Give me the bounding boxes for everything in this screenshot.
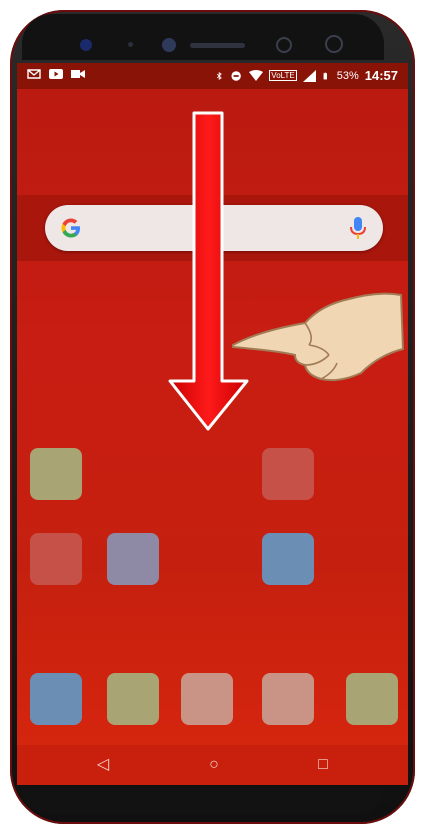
wifi-icon [249,69,264,81]
proximity-sensor-icon [162,38,176,52]
camera-lens-icon [276,37,292,53]
earpiece-speaker [190,43,245,48]
signal-icon [302,69,316,82]
battery-percent: 53% [336,69,359,82]
app-icon[interactable] [30,448,82,500]
dock-app-icon[interactable] [262,673,314,725]
app-icon[interactable] [262,533,314,585]
home-screen: VoLTE 53% 14:57 ◁ ○ □ [17,63,408,785]
bluetooth-icon [217,71,223,80]
pointing-hand-icon [232,292,405,382]
front-camera-icon [80,39,92,51]
app-icon[interactable] [107,533,159,585]
volte-label: VoLTE [269,70,297,81]
google-logo-icon [61,218,80,238]
dock-app-icon[interactable] [107,673,159,725]
status-bar: VoLTE 53% 14:57 [17,63,408,89]
youtube-icon [49,69,63,79]
video-call-icon [71,70,85,78]
recents-button[interactable]: □ [311,753,335,777]
do-not-disturb-icon [231,70,242,81]
app-icon[interactable] [262,448,314,500]
navigation-bar: ◁ ○ □ [17,745,408,785]
home-button[interactable]: ○ [202,753,226,777]
phone-top-bezel [22,14,384,60]
clock-time: 14:57 [364,68,398,83]
sensor-icon [128,42,133,47]
battery-icon [323,72,327,79]
camera-lens-icon [325,35,343,53]
dock-app-icon[interactable] [30,673,82,725]
dock-app-icon[interactable] [181,673,233,725]
phone-bottom-bezel [22,786,384,814]
mic-icon[interactable] [349,215,367,241]
back-button[interactable]: ◁ [91,753,115,777]
dock-app-icon[interactable] [346,673,398,725]
gmail-icon [27,69,41,79]
app-icon[interactable] [30,533,82,585]
